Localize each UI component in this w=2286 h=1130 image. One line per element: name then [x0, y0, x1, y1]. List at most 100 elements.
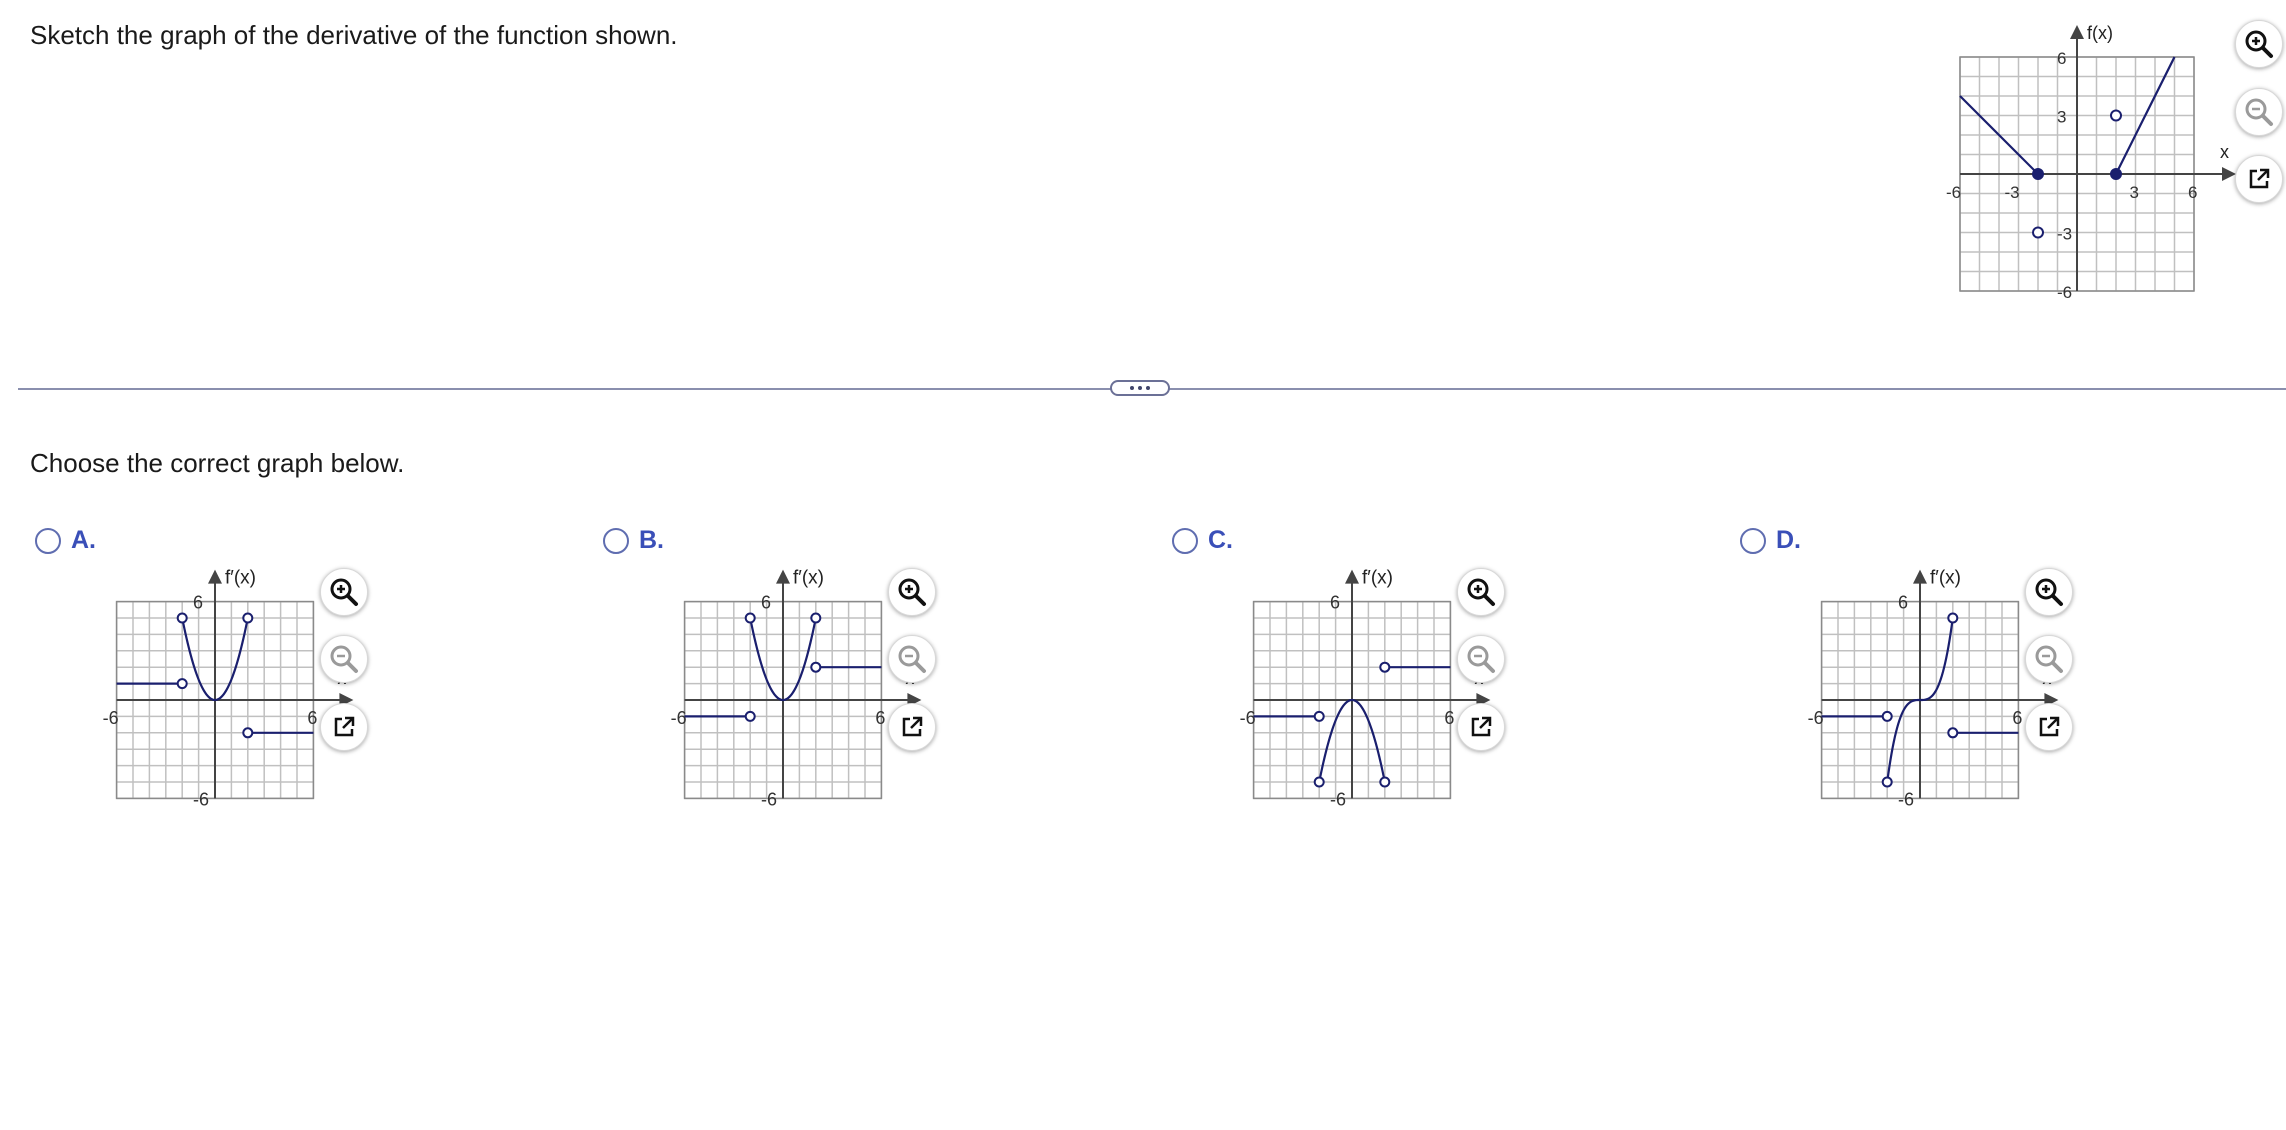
y-tick-label: -6 — [1898, 789, 1914, 809]
closed-point — [2032, 168, 2044, 180]
y-tick-label: -6 — [761, 789, 777, 809]
open-point — [1379, 776, 1391, 788]
x-tick-label: 6 — [307, 708, 317, 728]
external-link-icon — [334, 716, 355, 737]
option-zoom-out-button[interactable] — [888, 635, 936, 683]
y-tick-label: -3 — [2057, 225, 2072, 244]
y-tick-label: -6 — [193, 789, 209, 809]
x-axis-label: x — [2220, 142, 2229, 162]
ellipsis-dot — [1138, 386, 1142, 390]
y-axis-arrow — [1913, 569, 1927, 584]
x-tick-label: -6 — [1240, 708, 1256, 728]
option-radio-c[interactable] — [1172, 528, 1198, 554]
main-zoom-out-button[interactable] — [2235, 88, 2283, 136]
zoom-out-icon — [2035, 645, 2063, 673]
option-graph: f′(x)x-666-6 — [1240, 568, 1491, 809]
function-label: f′(x) — [793, 568, 824, 589]
zoom-out-icon — [330, 645, 358, 673]
prompt-text: Choose the correct graph below. — [30, 448, 405, 478]
function-label: f′(x) — [1362, 568, 1393, 589]
option-graph: f′(x)x-666-6 — [103, 568, 354, 809]
x-tick-label: -3 — [2005, 183, 2020, 202]
main-open-new-window-button[interactable] — [2235, 155, 2283, 203]
zoom-in-icon — [898, 578, 926, 606]
open-point — [1881, 710, 1893, 722]
open-point — [1313, 776, 1325, 788]
open-point — [810, 661, 822, 673]
option-label[interactable]: B. — [639, 526, 664, 555]
open-point — [1947, 612, 1959, 624]
option-radio-b[interactable] — [603, 528, 629, 554]
open-point — [1947, 727, 1959, 739]
option-open-new-window-button[interactable] — [2025, 703, 2073, 751]
zoom-in-icon — [1467, 578, 1495, 606]
open-point — [176, 612, 188, 624]
external-link-icon — [1471, 716, 1492, 737]
external-link-icon — [2249, 168, 2270, 189]
x-tick-label: 6 — [2188, 183, 2197, 202]
option-zoom-in-button[interactable] — [320, 568, 368, 616]
open-point — [1379, 661, 1391, 673]
y-tick-label: 6 — [1898, 593, 1908, 613]
y-tick-label: -6 — [1330, 789, 1346, 809]
question-text: Sketch the graph of the derivative of th… — [30, 20, 678, 50]
open-point — [1313, 710, 1325, 722]
option-graph: f′(x)x-666-6 — [1808, 568, 2059, 809]
ellipsis-dot — [1130, 386, 1134, 390]
x-tick-label: 6 — [875, 708, 885, 728]
external-link-icon — [902, 716, 923, 737]
x-tick-label: -6 — [103, 708, 119, 728]
function-label: f(x) — [2087, 23, 2113, 43]
external-link-icon — [2039, 716, 2060, 737]
function-graph: f(x) x -6 -3 3 6 6 3 -3 -6 — [1930, 18, 2236, 302]
y-tick-label: 6 — [1330, 593, 1340, 613]
option-zoom-out-button[interactable] — [1457, 635, 1505, 683]
option-zoom-out-button[interactable] — [2025, 635, 2073, 683]
divider-expand-handle[interactable] — [1110, 380, 1170, 396]
option-radio-a[interactable] — [35, 528, 61, 554]
x-tick-label: -6 — [1946, 183, 1961, 202]
option-open-new-window-button[interactable] — [320, 703, 368, 751]
option-zoom-in-button[interactable] — [1457, 568, 1505, 616]
zoom-out-icon — [2245, 98, 2273, 126]
option-open-new-window-button[interactable] — [888, 703, 936, 751]
option-zoom-out-button[interactable] — [320, 635, 368, 683]
open-point — [242, 727, 254, 739]
x-tick-label: 3 — [2130, 183, 2139, 202]
y-tick-label: 6 — [2057, 49, 2066, 68]
y-axis-arrow — [1345, 569, 1359, 584]
open-point — [176, 678, 188, 690]
zoom-in-icon — [2245, 30, 2273, 58]
y-axis-arrow — [208, 569, 222, 584]
open-point — [2032, 226, 2044, 239]
x-tick-label: -6 — [671, 708, 687, 728]
y-axis-arrow — [776, 569, 790, 584]
open-point — [744, 710, 756, 722]
option-label[interactable]: A. — [71, 526, 96, 555]
option-graph: f′(x)x-666-6 — [671, 568, 922, 809]
open-point — [242, 612, 254, 624]
option-open-new-window-button[interactable] — [1457, 703, 1505, 751]
x-axis-arrow — [2222, 167, 2236, 181]
x-tick-label: -6 — [1808, 708, 1824, 728]
zoom-out-icon — [1467, 645, 1495, 673]
y-tick-label: 6 — [193, 593, 203, 613]
option-radio-d[interactable] — [1740, 528, 1766, 554]
zoom-out-icon — [898, 645, 926, 673]
x-tick-label: 6 — [2012, 708, 2022, 728]
option-label[interactable]: D. — [1776, 526, 1801, 555]
open-point — [744, 612, 756, 624]
option-label[interactable]: C. — [1208, 526, 1233, 555]
option-zoom-in-button[interactable] — [888, 568, 936, 616]
function-label: f′(x) — [225, 568, 256, 589]
y-tick-label: -6 — [2057, 283, 2072, 302]
zoom-in-icon — [2035, 578, 2063, 606]
open-point — [1881, 776, 1893, 788]
option-zoom-in-button[interactable] — [2025, 568, 2073, 616]
main-zoom-in-button[interactable] — [2235, 20, 2283, 68]
x-tick-label: 6 — [1444, 708, 1454, 728]
y-axis-arrow — [2070, 25, 2084, 39]
function-label: f′(x) — [1930, 568, 1961, 589]
y-tick-label: 3 — [2057, 108, 2066, 127]
ellipsis-dot — [1146, 386, 1150, 390]
